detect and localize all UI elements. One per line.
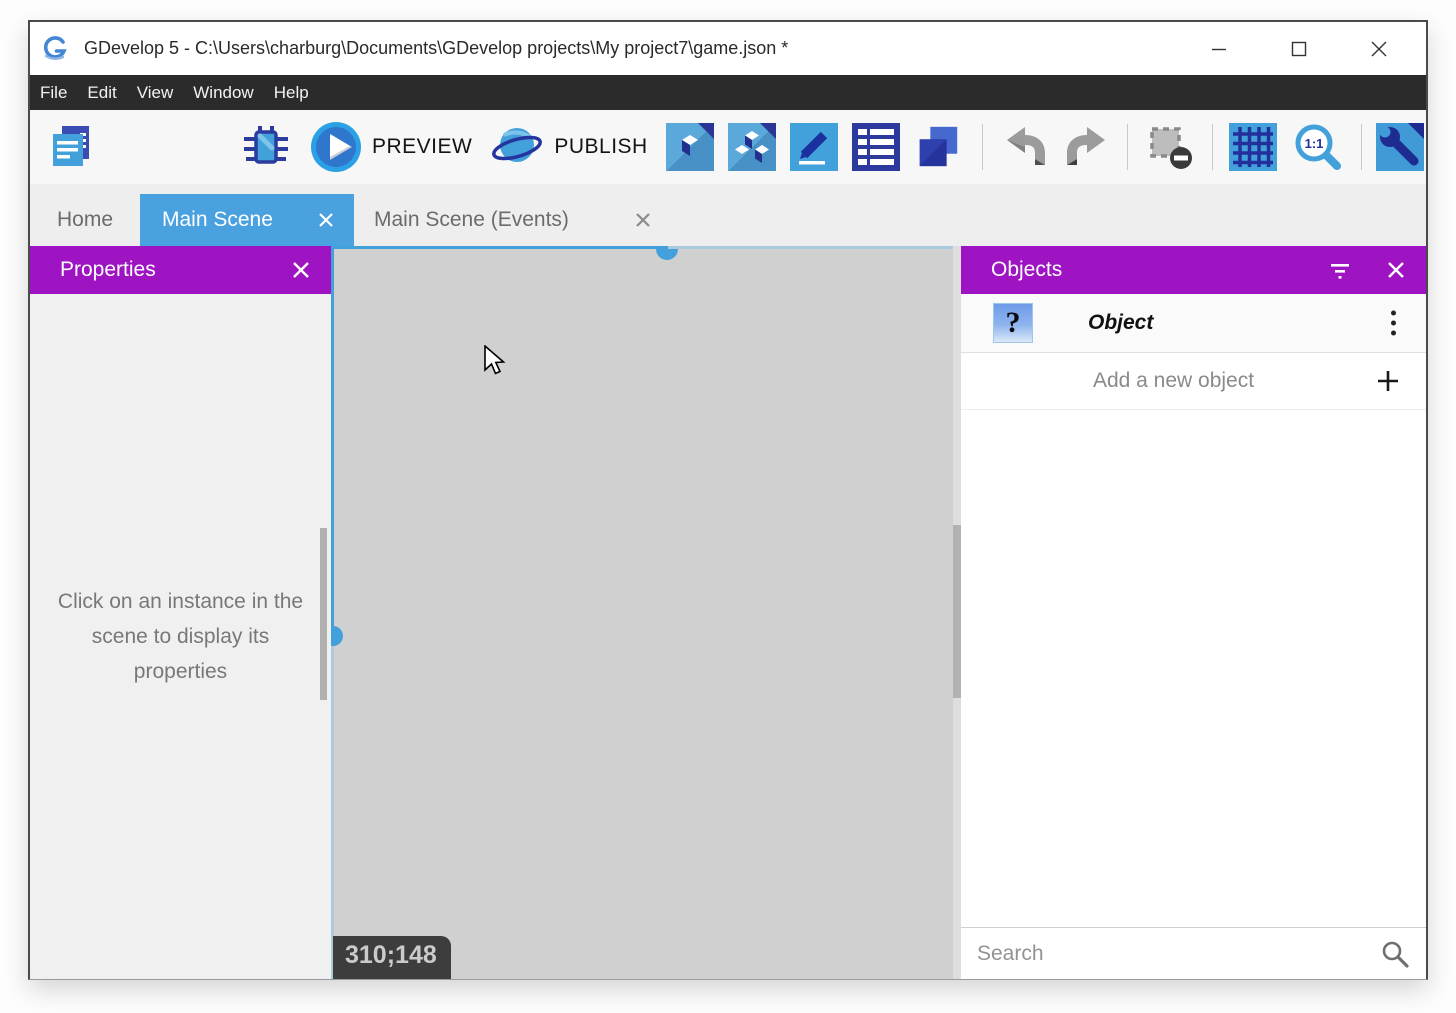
debug-button[interactable] xyxy=(242,122,290,172)
menu-file[interactable]: File xyxy=(30,75,77,110)
zoom-original-button[interactable]: 1:1 xyxy=(1291,122,1345,172)
object-menu-kebab-icon[interactable] xyxy=(1391,311,1396,336)
globe-icon xyxy=(490,121,544,173)
scene-canvas[interactable]: 310;148 xyxy=(331,246,961,979)
scene-cube-icon xyxy=(666,123,714,171)
properties-scrollbar[interactable] xyxy=(320,528,327,700)
layers-button[interactable] xyxy=(914,122,962,172)
properties-panel: Properties Click on an instance in the s… xyxy=(30,246,331,979)
objects-panel: Objects ? Object Add a new object xyxy=(961,246,1426,979)
properties-title: Properties xyxy=(60,258,156,282)
publish-button[interactable]: PUBLISH xyxy=(490,121,647,173)
toolbar-separator xyxy=(1127,124,1128,170)
properties-header: Properties xyxy=(30,246,331,294)
maximize-button[interactable] xyxy=(1268,22,1330,75)
debug-icon xyxy=(242,123,290,171)
close-button[interactable] xyxy=(1348,22,1410,75)
add-object-label: Add a new object xyxy=(1093,369,1254,393)
search-input[interactable] xyxy=(977,942,1380,966)
undo-button[interactable] xyxy=(1001,122,1049,172)
preview-button[interactable]: PREVIEW xyxy=(310,121,472,173)
play-icon xyxy=(310,121,362,173)
objects-search-bar xyxy=(961,927,1426,979)
preview-label: PREVIEW xyxy=(372,135,472,159)
filter-icon[interactable] xyxy=(1328,258,1352,282)
layers-icon xyxy=(914,122,962,172)
canvas-top-handle-dot[interactable] xyxy=(656,249,678,260)
plus-icon[interactable] xyxy=(1376,369,1400,393)
wrench-icon xyxy=(1376,123,1424,171)
object-list-item[interactable]: ? Object xyxy=(961,294,1426,353)
pencil-icon xyxy=(790,123,838,171)
window-controls xyxy=(1188,22,1410,75)
edit-events-button[interactable] xyxy=(852,122,900,172)
menu-window[interactable]: Window xyxy=(183,75,263,110)
title-bar: GDevelop 5 - C:\Users\charburg\Documents… xyxy=(30,22,1426,75)
redo-button[interactable] xyxy=(1063,122,1111,172)
menu-edit[interactable]: Edit xyxy=(77,75,126,110)
main-area: Properties Click on an instance in the s… xyxy=(30,246,1426,979)
gdevelop-window: GDevelop 5 - C:\Users\charburg\Documents… xyxy=(28,20,1428,980)
object-name: Object xyxy=(1088,311,1153,335)
project-manager-icon xyxy=(47,122,97,172)
zoom-1-1-icon: 1:1 xyxy=(1291,120,1345,174)
tab-bar: Home Main Scene Main Scene (Events) xyxy=(30,184,1426,246)
objects-header: Objects xyxy=(961,246,1426,294)
grid-icon xyxy=(1229,123,1277,171)
canvas-left-handle-dot[interactable] xyxy=(331,626,343,646)
edit-scene-button[interactable] xyxy=(790,122,838,172)
question-mark-icon: ? xyxy=(993,303,1033,343)
scene-setup-button[interactable] xyxy=(1376,122,1424,172)
tab-close-icon[interactable] xyxy=(635,212,651,228)
svg-text:1:1: 1:1 xyxy=(1304,136,1323,151)
canvas-left-resize-handle[interactable] xyxy=(331,246,334,979)
project-manager-button[interactable] xyxy=(46,122,98,172)
tab-close-icon[interactable] xyxy=(318,212,334,228)
close-panel-icon[interactable] xyxy=(291,260,311,280)
menu-bar: File Edit View Window Help xyxy=(30,75,1426,110)
tab-main-scene[interactable]: Main Scene xyxy=(140,194,354,246)
menu-help[interactable]: Help xyxy=(264,75,319,110)
toolbar-separator xyxy=(1212,124,1213,170)
tab-home[interactable]: Home xyxy=(30,194,140,246)
toggle-grid-button[interactable] xyxy=(1229,122,1277,172)
close-panel-icon[interactable] xyxy=(1386,260,1406,280)
cursor-coordinates-badge: 310;148 xyxy=(333,936,451,979)
edit-scene-properties-button[interactable] xyxy=(666,122,714,172)
search-icon[interactable] xyxy=(1380,939,1410,969)
tab-main-scene-events[interactable]: Main Scene (Events) xyxy=(354,194,667,246)
canvas-scrollbar-thumb[interactable] xyxy=(953,525,961,698)
canvas-top-resize-handle[interactable] xyxy=(334,246,953,249)
objects-title: Objects xyxy=(991,258,1062,282)
window-title: GDevelop 5 - C:\Users\charburg\Documents… xyxy=(84,38,788,59)
events-list-icon xyxy=(852,123,900,171)
toggle-mask-button[interactable] xyxy=(1144,122,1196,172)
objects-list-empty-space xyxy=(961,410,1426,927)
redo-icon xyxy=(1063,123,1111,171)
menu-view[interactable]: View xyxy=(127,75,184,110)
properties-body: Click on an instance in the scene to dis… xyxy=(30,294,331,979)
toolbar: PREVIEW PUBLISH xyxy=(30,110,1426,184)
mask-icon xyxy=(1145,122,1195,172)
toolbar-separator xyxy=(982,124,983,170)
minimize-button[interactable] xyxy=(1188,22,1250,75)
publish-label: PUBLISH xyxy=(554,135,647,159)
undo-icon xyxy=(1001,123,1049,171)
objects-cubes-icon xyxy=(728,123,776,171)
open-objects-button[interactable] xyxy=(728,122,776,172)
add-object-row[interactable]: Add a new object xyxy=(961,353,1426,410)
properties-empty-message: Click on an instance in the scene to dis… xyxy=(52,584,310,689)
mouse-cursor-icon xyxy=(483,345,507,377)
toolbar-separator xyxy=(1361,124,1362,170)
gdevelop-logo-icon xyxy=(42,35,70,63)
